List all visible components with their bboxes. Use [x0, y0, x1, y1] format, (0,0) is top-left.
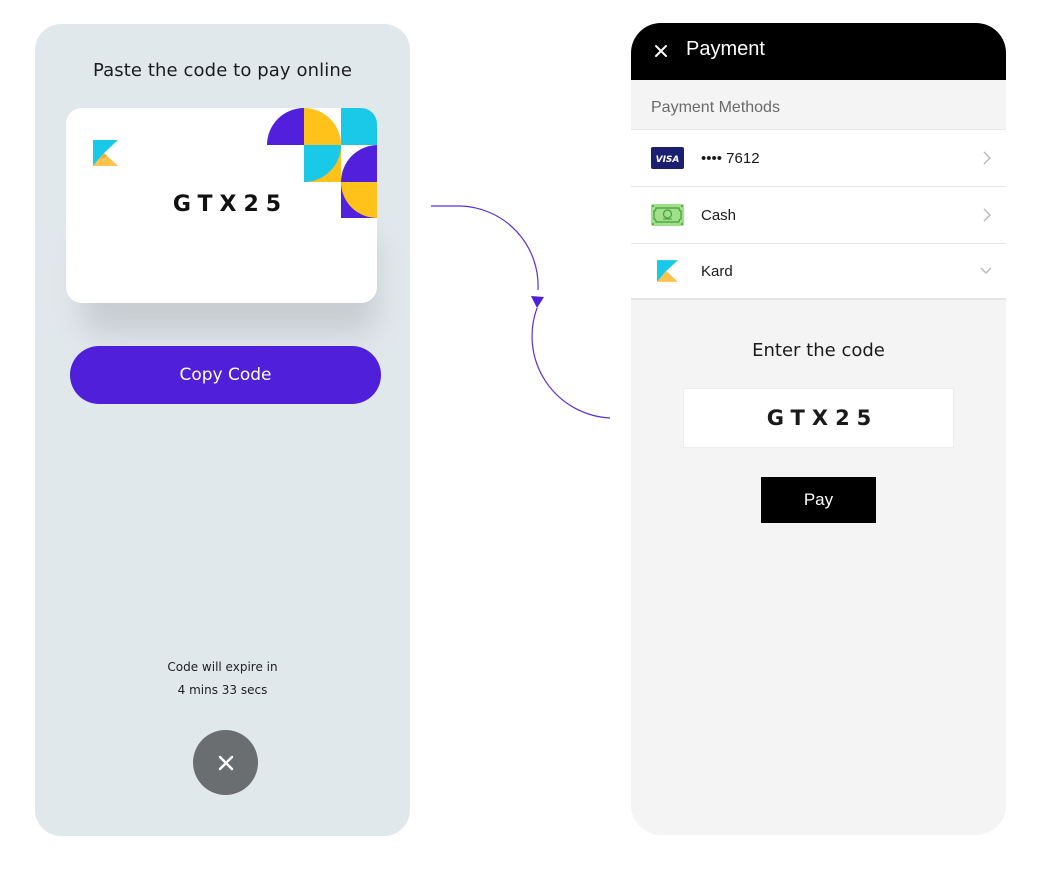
flow-arrow-path — [431, 205, 539, 291]
payment-method-cash[interactable]: Cash — [631, 186, 1006, 243]
expiry-label: Code will expire in — [167, 660, 278, 674]
flow-arrow-tail — [531, 307, 611, 419]
close-icon[interactable] — [651, 41, 671, 61]
close-icon — [218, 755, 233, 770]
code-card: GTX25 — [66, 108, 377, 303]
code-input[interactable] — [683, 388, 954, 448]
payment-header: Payment — [631, 23, 1006, 80]
kard-logo-icon — [651, 260, 684, 282]
section-title: Payment Methods — [651, 99, 780, 116]
method-label: •••• 7612 — [701, 149, 760, 167]
kard-logo-icon — [93, 140, 118, 166]
header-title: Payment — [686, 38, 765, 60]
copy-code-screen: Paste the code to pay online GTX25 Copy … — [35, 24, 410, 836]
chevron-right-icon — [983, 151, 991, 165]
cash-icon — [651, 204, 684, 226]
method-label: Cash — [701, 206, 737, 224]
visa-card-icon: VISA — [651, 147, 684, 169]
enter-code-label: Enter the code — [752, 340, 885, 361]
expiry-countdown: 4 mins 33 secs — [177, 683, 268, 697]
arrowhead-icon — [531, 296, 544, 308]
method-label: Kard — [701, 262, 733, 280]
screen-title: Paste the code to pay online — [92, 60, 353, 81]
chevron-down-icon — [980, 267, 992, 274]
dismiss-button[interactable] — [193, 730, 258, 795]
payment-method-visa[interactable]: VISA •••• 7612 — [631, 129, 1006, 186]
svg-text:VISA: VISA — [656, 155, 680, 165]
payment-method-kard[interactable]: Kard — [631, 243, 1006, 300]
card-decorative-pattern — [267, 108, 377, 218]
payment-methods-list: VISA •••• 7612 Cash Kard — [631, 129, 1006, 300]
copy-code-button[interactable]: Copy Code — [70, 346, 381, 404]
payment-screen: Payment Payment Methods VISA •••• 7612 C… — [631, 23, 1006, 835]
expiry-info: Code will expire in 4 mins 33 secs — [35, 656, 410, 702]
pay-button[interactable]: Pay — [761, 477, 876, 523]
chevron-right-icon — [983, 208, 991, 222]
